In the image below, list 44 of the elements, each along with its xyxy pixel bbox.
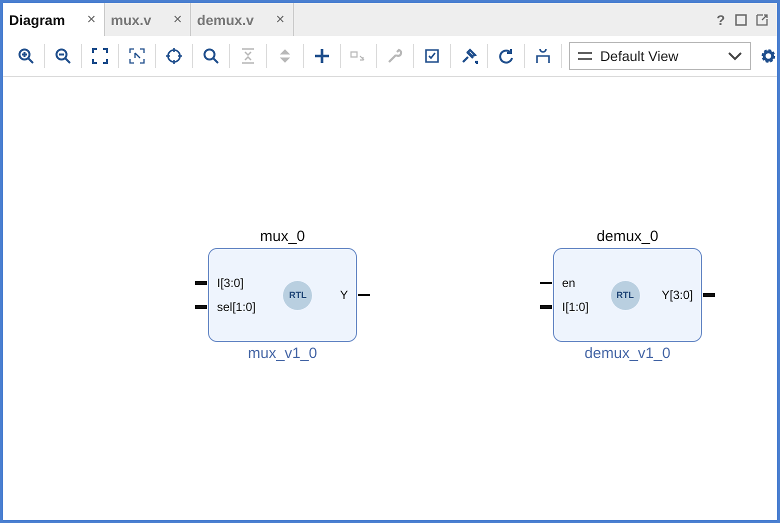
view-dropdown[interactable]: Default View xyxy=(569,42,752,70)
tab-label: Diagram xyxy=(9,12,66,28)
tab-label: mux.v xyxy=(110,12,152,28)
port-label: en xyxy=(561,276,576,290)
refresh-icon xyxy=(497,47,516,65)
module-block[interactable]: en I[1:0] RTL Y[3:0] xyxy=(553,248,702,342)
settings-icon[interactable] xyxy=(760,47,777,65)
input-pin[interactable] xyxy=(195,305,207,309)
close-icon[interactable]: × xyxy=(87,11,96,28)
zoom-area-icon xyxy=(128,47,146,65)
zoom-in-icon xyxy=(17,47,35,65)
editor-tab[interactable]: Diagram × xyxy=(3,3,105,36)
checkbox-icon xyxy=(423,47,442,65)
rtl-badge: RTL xyxy=(610,280,640,310)
input-pin[interactable] xyxy=(195,281,207,285)
plus-icon xyxy=(312,47,330,65)
float-window-icon[interactable] xyxy=(756,14,768,26)
help-icon[interactable]: ? xyxy=(716,12,725,28)
module-name: mux_v1_0 xyxy=(248,345,318,362)
search-icon xyxy=(202,47,220,65)
pin-icon xyxy=(460,47,478,65)
rtl-badge: RTL xyxy=(283,280,312,310)
wrench-icon xyxy=(386,47,404,65)
zoom-out-icon xyxy=(54,47,72,65)
crosshair-icon xyxy=(164,47,183,65)
module-name: demux_v1_0 xyxy=(584,345,670,362)
close-icon[interactable]: × xyxy=(276,11,285,28)
port-label: I[1:0] xyxy=(561,300,590,314)
list-icon xyxy=(578,51,592,61)
tab-label: demux.v xyxy=(197,12,254,28)
port-label: Y[3:0] xyxy=(660,288,694,302)
maximize-icon[interactable] xyxy=(735,14,747,26)
instance-name: mux_0 xyxy=(260,228,306,245)
port-label: Y xyxy=(338,288,349,302)
close-icon[interactable]: × xyxy=(173,11,182,28)
instance-name: demux_0 xyxy=(596,228,658,245)
port-label: I[3:0] xyxy=(216,276,245,290)
module-block[interactable]: I[3:0] sel[1:0] RTL Y xyxy=(208,248,357,342)
editor-tab[interactable]: demux.v × xyxy=(191,3,294,36)
chevron-down-icon xyxy=(728,51,742,61)
editor-tab[interactable]: mux.v × xyxy=(104,3,192,36)
port-label: sel[1:0] xyxy=(216,300,257,314)
input-pin[interactable] xyxy=(540,305,552,309)
fit-view-icon xyxy=(90,47,109,65)
